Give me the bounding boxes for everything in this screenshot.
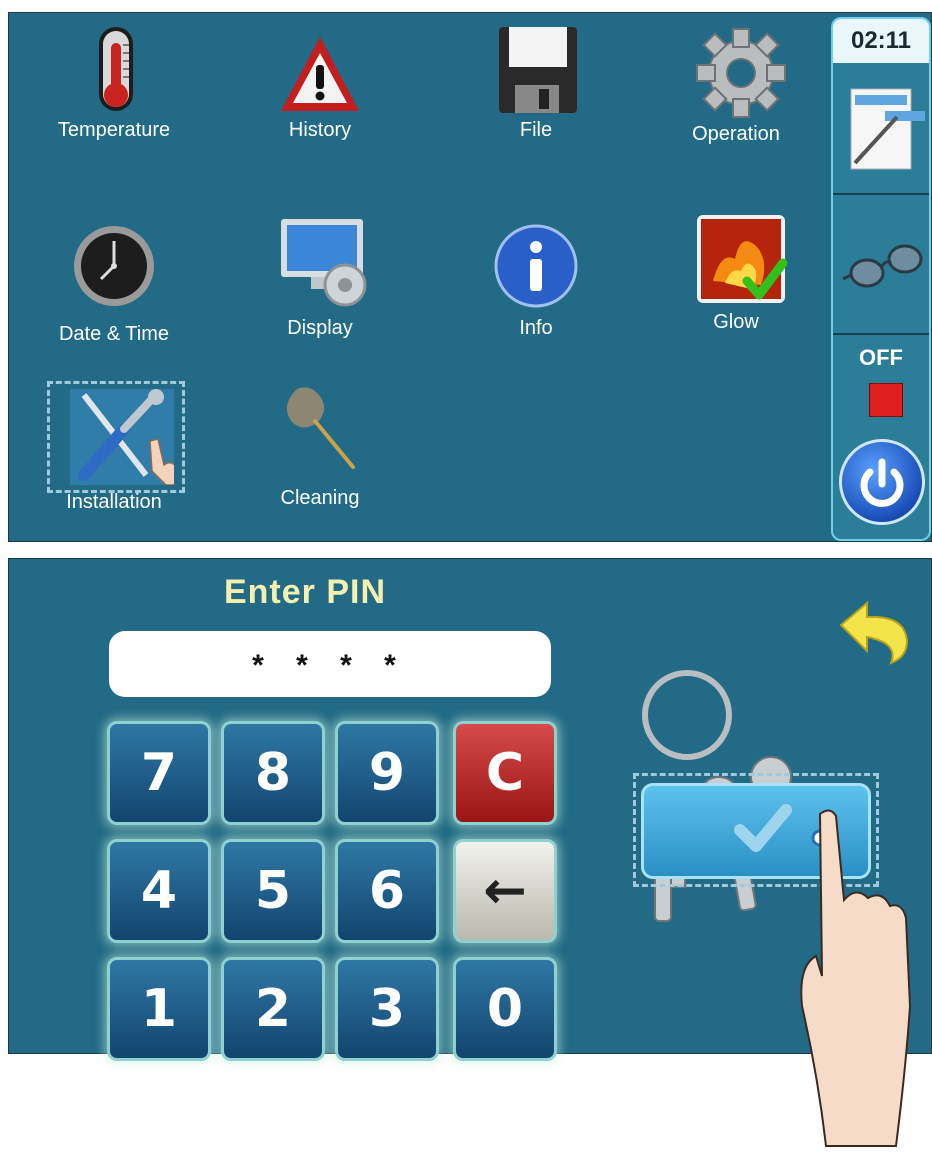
tile-display[interactable]: Display: [245, 213, 395, 340]
floppy-disk-icon: [491, 23, 581, 113]
feather-duster-icon: [275, 381, 365, 471]
tile-label: Info: [519, 317, 553, 339]
key-2[interactable]: 2: [221, 957, 325, 1061]
key-9[interactable]: 9: [335, 721, 439, 825]
tile-label: Cleaning: [280, 487, 360, 509]
tile-temperature[interactable]: Temperature: [39, 23, 189, 142]
tile-label: Operation: [692, 123, 780, 145]
gear-icon: [691, 23, 786, 118]
key-6[interactable]: 6: [335, 839, 439, 943]
tile-file[interactable]: File: [461, 23, 611, 142]
status-indicator: [869, 383, 903, 417]
clock-icon: [69, 221, 159, 311]
tile-history[interactable]: History: [245, 23, 395, 142]
power-icon: [860, 458, 904, 507]
tile-label: Date & Time: [58, 323, 170, 345]
monitor-settings-icon: [275, 213, 367, 307]
status-label: OFF: [859, 345, 903, 370]
tile-date-time[interactable]: Date & Time: [39, 221, 189, 346]
tile-label: Glow: [713, 311, 759, 333]
tile-info[interactable]: Info: [461, 221, 611, 340]
pin-input[interactable]: * * * *: [109, 631, 551, 697]
key-8[interactable]: 8: [221, 721, 325, 825]
info-icon: [491, 221, 581, 311]
pointing-hand-icon: [796, 806, 916, 1152]
glasses-icon[interactable]: [839, 215, 927, 315]
key-1[interactable]: 1: [107, 957, 211, 1061]
tools-icon: [54, 385, 188, 489]
sidebar: 02:11 OFF: [831, 17, 931, 541]
tile-label: Installation: [66, 491, 162, 513]
power-button[interactable]: [839, 439, 925, 525]
pin-title: Enter PIN: [223, 573, 387, 611]
key-4[interactable]: 4: [107, 839, 211, 943]
warning-icon: [275, 23, 365, 113]
tile-label: Display: [287, 317, 353, 339]
pin-entry-panel: Enter PIN * * * * 7 8 9 C 4 5 6 ← 1 2 3 …: [8, 558, 932, 1061]
tile-installation[interactable]: Installation: [39, 385, 189, 514]
thermometer-icon: [69, 23, 159, 113]
key-5[interactable]: 5: [221, 839, 325, 943]
key-0[interactable]: 0: [453, 957, 557, 1061]
clear-button[interactable]: C: [453, 721, 557, 825]
key-7[interactable]: 7: [107, 721, 211, 825]
clock-display: 02:11: [833, 19, 929, 63]
back-button[interactable]: [837, 595, 913, 665]
key-3[interactable]: 3: [335, 957, 439, 1061]
notes-icon[interactable]: [841, 81, 925, 177]
tile-cleaning[interactable]: Cleaning: [245, 381, 395, 510]
tile-glow[interactable]: Glow: [661, 211, 811, 334]
sidebar-divider: [833, 193, 929, 195]
sidebar-divider: [833, 333, 929, 335]
main-menu-panel: Temperature History File Operation Date …: [8, 12, 932, 542]
tile-operation[interactable]: Operation: [661, 23, 811, 146]
back-arrow-icon: [839, 600, 909, 665]
backspace-button[interactable]: ←: [453, 839, 557, 943]
flame-check-icon: [691, 211, 788, 303]
